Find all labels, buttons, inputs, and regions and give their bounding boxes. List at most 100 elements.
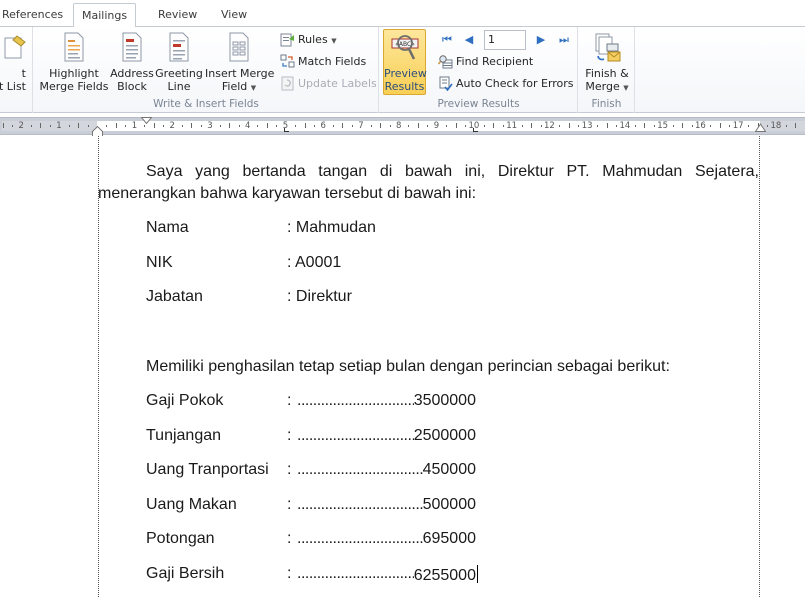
tab-references[interactable]: References: [0, 3, 71, 27]
ruler-dot: [634, 125, 636, 127]
right-indent-marker[interactable]: [755, 123, 766, 132]
ruler-dot: [200, 125, 202, 127]
next-record-button[interactable]: ▶: [534, 33, 548, 47]
income-label: Uang Makan: [146, 495, 237, 513]
first-line-indent-marker[interactable]: [141, 117, 152, 125]
ruler-dot: [748, 125, 750, 127]
ruler-half-tick: [644, 123, 646, 128]
match-fields-icon: [280, 54, 295, 67]
income-value: 3500000: [414, 392, 476, 410]
insert-merge-label-1: Insert Merge: [205, 67, 275, 80]
ruler-dot: [295, 125, 297, 127]
ruler-dot: [351, 125, 353, 127]
group-label-finish: Finish: [591, 98, 622, 110]
income-value-text: 6255000: [413, 566, 476, 584]
ruler-dot: [427, 125, 429, 127]
ruler-dot: [616, 125, 618, 127]
auto-check-errors-button[interactable]: Auto Check for Errors: [438, 75, 574, 93]
address-block-button[interactable]: Address Block: [110, 30, 154, 96]
ruler-dot: [49, 125, 51, 127]
preview-label-1: Preview: [384, 67, 427, 80]
ruler-label: 4: [245, 121, 251, 131]
find-recipient-button[interactable]: Find Recipient: [438, 53, 533, 71]
ribbon-group-start-mail-merge: t nt List: [0, 27, 33, 113]
preview-results-button[interactable]: «ABC» Preview Results: [383, 29, 427, 95]
income-value: 450000: [423, 461, 476, 479]
preview-magnifier-icon: «ABC»: [391, 35, 418, 60]
first-record-button[interactable]: ⏮: [440, 33, 454, 47]
ruler-dot: [389, 125, 391, 127]
income-label: Tunjangan: [146, 426, 222, 444]
tab-view[interactable]: View: [213, 3, 255, 27]
greeting-line-button[interactable]: Greeting Line: [155, 30, 203, 96]
document-page[interactable]: Saya yang bertanda tangan di bawah ini, …: [0, 136, 805, 597]
update-labels-icon: [281, 76, 294, 90]
update-labels-button[interactable]: Update Labels: [280, 75, 377, 93]
finish-merge-icon: [595, 33, 621, 62]
insert-merge-label-2: Field: [221, 80, 248, 93]
ruler-half-tick: [493, 123, 495, 128]
employee-field-value: : Direktur: [287, 288, 352, 305]
employee-field-label: NIK: [146, 253, 173, 271]
ruler-half-tick: [304, 123, 306, 128]
income-value: 6255000: [413, 564, 479, 585]
ruler-dot: [163, 125, 165, 127]
ruler-dot: [219, 125, 221, 127]
last-record-icon: ⏭: [559, 33, 569, 46]
ruler-half-tick: [719, 123, 721, 128]
tab-mailings[interactable]: Mailings: [73, 3, 137, 28]
tab-stop-left-marker[interactable]: [284, 128, 289, 132]
record-number-input[interactable]: 1: [484, 30, 526, 50]
match-fields-button[interactable]: Match Fields: [280, 53, 366, 71]
ruler-dot: [483, 125, 485, 127]
ruler-dot: [408, 125, 410, 127]
ruler-dot: [12, 125, 14, 127]
horizontal-ruler[interactable]: 2 1 1 2 3 4 5 6 7 8 9 10 11 12 13 14 15 16 17 18: [0, 117, 805, 138]
ruler-dot: [559, 125, 561, 127]
ruler-dot: [125, 125, 127, 127]
ruler-dot: [238, 125, 240, 127]
ruler-dot: [106, 125, 108, 127]
dot-leader: ........................................…: [297, 530, 423, 547]
dot-leader: ........................................…: [297, 461, 423, 478]
ruler-label: 18: [770, 121, 782, 131]
rules-button[interactable]: Rules ▼: [280, 31, 337, 49]
dropdown-caret-icon: ▼: [250, 84, 257, 92]
ribbon-group-finish: Finish & Merge ▼ Finish: [579, 27, 635, 113]
ruler-label: 12: [544, 121, 555, 131]
last-record-button[interactable]: ⏭: [557, 33, 571, 47]
ruler-dot: [370, 125, 372, 127]
edit-recipient-list-button[interactable]: t nt List: [0, 30, 30, 96]
ruler-label: 13: [581, 121, 593, 131]
tab-stop-left-marker[interactable]: [473, 128, 478, 132]
income-value: 695000: [423, 530, 476, 548]
group-label-preview-results: Preview Results: [437, 98, 520, 110]
ruler-label: 1: [131, 121, 138, 131]
ruler-dot: [653, 125, 655, 127]
ruler-dot: [767, 125, 769, 127]
rules-label: Rules: [298, 33, 328, 46]
highlight-label-2: Merge Fields: [39, 80, 109, 93]
finish-merge-button[interactable]: Finish & Merge ▼: [581, 30, 633, 96]
greeting-label-1: Greeting: [155, 67, 203, 80]
partial-button-label-1: t: [21, 67, 26, 80]
income-label: Uang Tranportasi: [146, 461, 269, 478]
ruler-dot: [446, 125, 448, 127]
ruler-dot: [672, 125, 674, 127]
insert-merge-field-button[interactable]: Insert Merge Field ▼: [205, 30, 275, 96]
rules-icon: [280, 33, 294, 46]
ruler-dot: [465, 125, 467, 127]
dot-leader: ........................................…: [297, 426, 414, 444]
ruler-dot: [87, 125, 89, 127]
ribbon-group-write-insert-fields: Highlight Merge Fields Address Block Gre…: [34, 27, 379, 113]
tab-review[interactable]: Review: [150, 3, 205, 27]
address-label-2: Block: [117, 80, 147, 93]
ruler-dot: [578, 125, 580, 127]
ruler-half-tick: [682, 123, 684, 128]
ruler-dot: [710, 125, 712, 127]
auto-check-label: Auto Check for Errors: [456, 77, 574, 90]
income-colon: :: [287, 495, 292, 513]
previous-record-button[interactable]: ◀: [462, 33, 476, 47]
highlight-merge-fields-button[interactable]: Highlight Merge Fields: [38, 30, 110, 96]
dot-leader: ........................................…: [297, 392, 414, 409]
